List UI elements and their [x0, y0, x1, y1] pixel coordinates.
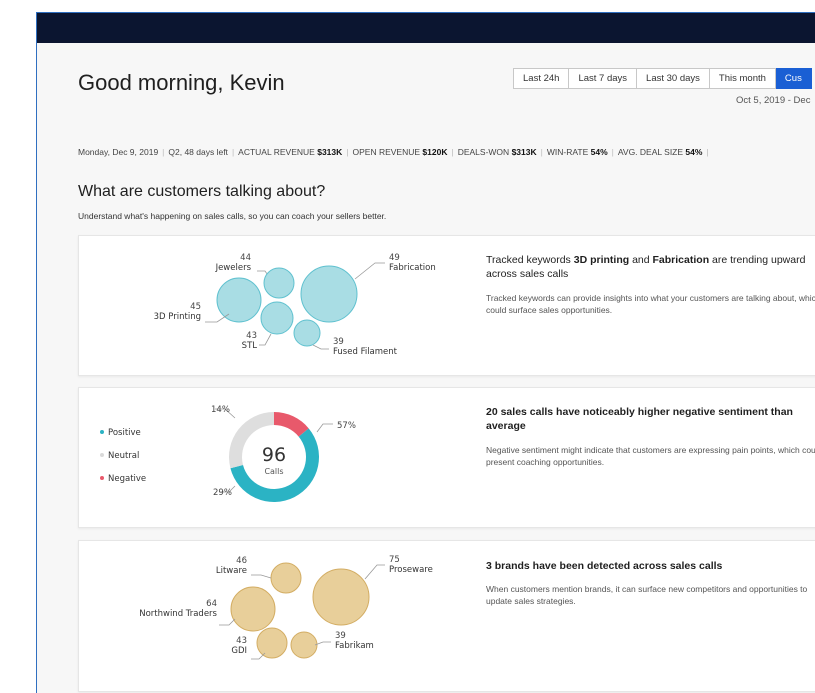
bubble-proseware: [312, 568, 370, 626]
leader-line-stl: [259, 333, 272, 346]
stat-win-rate-value: 54%: [590, 147, 608, 157]
legend-label-neutral: Neutral: [108, 451, 139, 461]
sentiment-card[interactable]: 57% 29% 14% 96 Calls Positive Neutral Negative …: [78, 387, 815, 528]
donut-leader-positive: [316, 423, 333, 433]
bubble-label-stl: STL: [242, 341, 258, 351]
bubble-stl: [260, 301, 294, 335]
legend-dot-neutral: [100, 453, 104, 457]
stat-avg-deal-size-value: 54%: [685, 147, 703, 157]
legend-dot-positive: [100, 430, 104, 434]
bubble-fused-filament: [293, 319, 321, 347]
section-title: What are customers talking about?: [78, 183, 326, 200]
leader-line-fused-filament: [312, 344, 329, 350]
legend-dot-negative: [100, 476, 104, 480]
legend-label-positive: Positive: [108, 428, 141, 438]
bubble-gdi: [256, 627, 288, 659]
donut-label-negative: 14%: [211, 405, 230, 415]
keywords-bubble-chart: 44Jewelers 49Fabrication 453D Printing 43ST…: [154, 253, 436, 357]
bubble-value-fabrikam: 39: [335, 631, 346, 641]
app-window: Good morning, Kevin Last 24h Last 7 days…: [36, 12, 815, 693]
range-last-24h-button[interactable]: Last 24h: [513, 68, 570, 89]
bubble-label-litware: Litware: [216, 566, 247, 576]
bubble-label-fused-filament: Fused Filament: [333, 347, 398, 357]
section-subtitle: Understand what's happening on sales cal…: [78, 211, 387, 221]
bubble-value-jewelers: 44: [240, 253, 251, 263]
sentiment-card-title: 20 sales calls have noticeably higher ne…: [486, 406, 793, 432]
bubble-label-fabrication: Fabrication: [389, 263, 436, 273]
brands-bubble-chart: 46Litware 75Proseware 64Northwind Traders 4…: [139, 555, 433, 660]
bubble-northwind-traders: [230, 586, 276, 632]
bubble-fabrication: [300, 265, 358, 323]
range-last-7-days-button[interactable]: Last 7 days: [569, 68, 638, 89]
bubble-label-northwind-traders: Northwind Traders: [139, 609, 217, 619]
brands-card-title: 3 brands have been detected across sales…: [486, 560, 723, 572]
leader-line-northwind-traders: [219, 618, 236, 626]
stats-date: Monday, Dec 9, 2019: [78, 147, 159, 157]
brands-card[interactable]: 46 Litware 75 Proseware 64 Northwind Traders 4…: [78, 540, 815, 692]
bubble-value-3d-printing: 45: [190, 302, 201, 312]
bubble-value-proseware: 75: [389, 555, 400, 565]
bubble-value-northwind-traders: 64: [206, 599, 217, 609]
bubble-label-proseware: Proseware: [389, 565, 433, 575]
stat-actual-revenue-value: $313K: [317, 147, 343, 157]
keywords-card[interactable]: 44 Jewelers 49 Fabrication 45 3D Printing 43 ST…: [78, 235, 815, 376]
stat-deals-won-label: DEALS-WON: [457, 147, 510, 157]
bubble-fabrikam: [290, 631, 318, 659]
stat-deals-won-value: $313K: [511, 147, 537, 157]
stat-open-revenue-label: OPEN REVENUE: [352, 147, 421, 157]
bubble-litware: [270, 562, 302, 594]
top-nav-bar: [37, 13, 815, 43]
keywords-card-description: Tracked keywords can provide insights in…: [486, 293, 815, 315]
donut-total-value: 96: [262, 444, 286, 466]
range-this-month-button[interactable]: This month: [709, 68, 776, 89]
bubble-label-3d-printing: 3D Printing: [154, 312, 201, 322]
donut-total-label: Calls: [264, 467, 283, 476]
brands-card-description: When customers mention brands, it can su…: [486, 584, 808, 606]
donut-label-neutral: 29%: [213, 488, 232, 498]
keywords-card-title: Tracked keywords 3D printing and Fabrica…: [486, 254, 806, 280]
bubble-value-stl: 43: [246, 331, 257, 341]
donut-label-positive: 57%: [337, 421, 356, 431]
bubble-3d-printing: [263, 267, 295, 299]
selected-date-range: Oct 5, 2019 - Dec: [736, 95, 811, 106]
leader-line-proseware: [364, 564, 385, 580]
stat-win-rate-label: WIN-RATE: [546, 147, 589, 157]
stats-bar: Monday, Dec 9, 2019 | Q2, 48 days left | ACT…: [78, 147, 709, 157]
bubble-value-fused-filament: 39: [333, 337, 344, 347]
bubble-label-jewelers: Jewelers: [215, 263, 252, 273]
range-last-30-days-button[interactable]: Last 30 days: [637, 68, 710, 89]
stat-open-revenue-value: $120K: [422, 147, 448, 157]
leader-line-litware: [251, 574, 272, 579]
page-greeting: Good morning, Kevin: [78, 70, 285, 95]
bubble-value-gdi: 43: [236, 636, 247, 646]
leader-line-fabrication: [354, 262, 385, 280]
bubble-jewelers: [216, 277, 262, 323]
date-range-selector: Last 24h Last 7 days Last 30 days This m…: [513, 68, 812, 89]
sentiment-card-description: Negative sentiment might indicate that c…: [486, 445, 815, 467]
bubble-label-gdi: GDI: [231, 646, 247, 656]
stats-quarter: Q2, 48 days left: [168, 147, 228, 157]
bubble-value-litware: 46: [236, 556, 247, 566]
bubble-label-fabrikam: Fabrikam: [335, 641, 374, 651]
sentiment-donut-chart: 57% 29% 14% 96Calls Positive Neutral Negative: [100, 405, 356, 502]
range-custom-button[interactable]: Cus: [775, 68, 812, 89]
stat-avg-deal-size-label: AVG. DEAL SIZE: [617, 147, 684, 157]
legend-label-negative: Negative: [108, 474, 146, 484]
bubble-value-fabrication: 49: [389, 253, 400, 263]
stat-actual-revenue-label: ACTUAL REVENUE: [238, 147, 315, 157]
